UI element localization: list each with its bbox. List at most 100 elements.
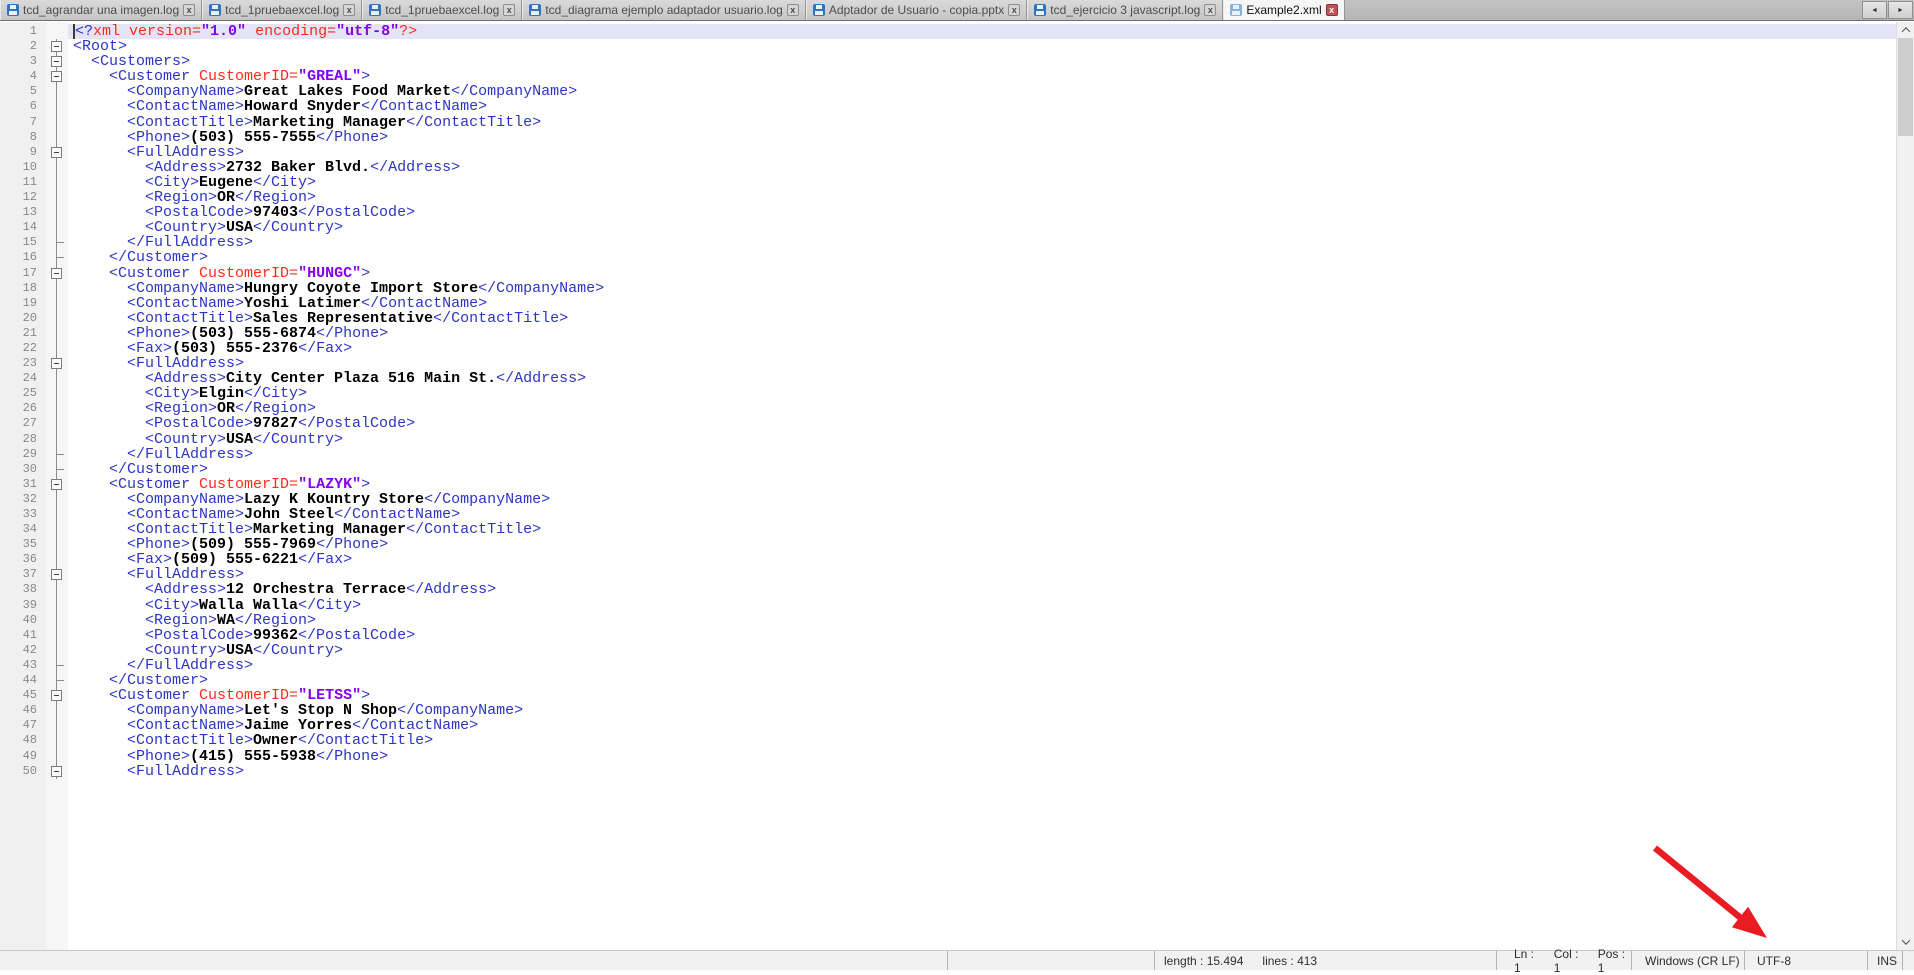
code-text[interactable]: <Customers> xyxy=(68,54,1896,69)
fold-collapse-icon[interactable] xyxy=(51,479,62,490)
code-line[interactable]: 34 <ContactTitle>Marketing Manager</Cont… xyxy=(0,522,1896,537)
code-line[interactable]: 32 <CompanyName>Lazy K Kountry Store</Co… xyxy=(0,492,1896,507)
code-text[interactable]: <Address>2732 Baker Blvd.</Address> xyxy=(68,160,1896,175)
scrollbar-down-button[interactable] xyxy=(1897,934,1914,950)
fold-marker-box[interactable] xyxy=(46,69,68,84)
fold-collapse-icon[interactable] xyxy=(51,569,62,580)
code-line[interactable]: 1<?xml version="1.0" encoding="utf-8"?> xyxy=(0,24,1896,39)
status-typing-mode[interactable]: INS xyxy=(1868,951,1903,970)
fold-collapse-icon[interactable] xyxy=(51,71,62,82)
fold-collapse-icon[interactable] xyxy=(51,56,62,67)
close-icon[interactable]: x xyxy=(1008,4,1020,16)
code-line[interactable]: 42 <Country>USA</Country> xyxy=(0,643,1896,658)
code-text[interactable]: </Customer> xyxy=(68,673,1896,688)
code-text[interactable]: <City>Walla Walla</City> xyxy=(68,598,1896,613)
code-text[interactable]: <FullAddress> xyxy=(68,145,1896,160)
code-line[interactable]: 10 <Address>2732 Baker Blvd.</Address> xyxy=(0,160,1896,175)
code-line[interactable]: 22 <Fax>(503) 555-2376</Fax> xyxy=(0,341,1896,356)
tab-7[interactable]: Example2.xmlx xyxy=(1223,0,1344,20)
code-text[interactable]: <ContactName>Jaime Yorres</ContactName> xyxy=(68,718,1896,733)
fold-marker-box[interactable] xyxy=(46,356,68,371)
fold-marker-box[interactable] xyxy=(46,477,68,492)
code-text[interactable]: <ContactName>Howard Snyder</ContactName> xyxy=(68,99,1896,114)
code-line[interactable]: 23 <FullAddress> xyxy=(0,356,1896,371)
code-text[interactable]: <Phone>(509) 555-7969</Phone> xyxy=(68,537,1896,552)
editor-pane[interactable]: 1<?xml version="1.0" encoding="utf-8"?>2… xyxy=(0,22,1896,950)
code-text[interactable]: <Region>WA</Region> xyxy=(68,613,1896,628)
code-line[interactable]: 24 <Address>City Center Plaza 516 Main S… xyxy=(0,371,1896,386)
close-icon[interactable]: x xyxy=(1204,4,1216,16)
code-text[interactable]: <Country>USA</Country> xyxy=(68,432,1896,447)
code-text[interactable]: <Region>OR</Region> xyxy=(68,190,1896,205)
close-icon[interactable]: x xyxy=(503,4,515,16)
status-encoding[interactable]: UTF-8 xyxy=(1745,951,1868,970)
tab-2[interactable]: tcd_1pruebaexcel.logx xyxy=(202,0,362,20)
code-text[interactable]: <CompanyName>Let's Stop N Shop</CompanyN… xyxy=(68,703,1896,718)
code-line[interactable]: 30 </Customer> xyxy=(0,462,1896,477)
code-text[interactable]: <Phone>(503) 555-7555</Phone> xyxy=(68,130,1896,145)
code-text[interactable]: <Customer CustomerID="HUNGC"> xyxy=(68,266,1896,281)
code-text[interactable]: </Customer> xyxy=(68,462,1896,477)
code-text[interactable]: <Region>OR</Region> xyxy=(68,401,1896,416)
fold-collapse-icon[interactable] xyxy=(51,268,62,279)
fold-collapse-icon[interactable] xyxy=(51,41,62,52)
tab-3[interactable]: tcd_1pruebaexcel.logx xyxy=(362,0,522,20)
code-line[interactable]: 49 <Phone>(415) 555-5938</Phone> xyxy=(0,749,1896,764)
code-line[interactable]: 21 <Phone>(503) 555-6874</Phone> xyxy=(0,326,1896,341)
code-line[interactable]: 41 <PostalCode>99362</PostalCode> xyxy=(0,628,1896,643)
code-text[interactable]: <ContactTitle>Owner</ContactTitle> xyxy=(68,733,1896,748)
code-text[interactable]: <Phone>(415) 555-5938</Phone> xyxy=(68,749,1896,764)
status-eol-format[interactable]: Windows (CR LF) xyxy=(1632,951,1745,970)
code-line[interactable]: 39 <City>Walla Walla</City> xyxy=(0,598,1896,613)
close-icon[interactable]: x xyxy=(787,4,799,16)
fold-collapse-icon[interactable] xyxy=(51,358,62,369)
fold-marker-box[interactable] xyxy=(46,567,68,582)
code-line[interactable]: 2<Root> xyxy=(0,39,1896,54)
code-text[interactable]: <Country>USA</Country> xyxy=(68,643,1896,658)
code-text[interactable]: <?xml version="1.0" encoding="utf-8"?> xyxy=(68,24,1896,39)
code-line[interactable]: 33 <ContactName>John Steel</ContactName> xyxy=(0,507,1896,522)
code-line[interactable]: 35 <Phone>(509) 555-7969</Phone> xyxy=(0,537,1896,552)
code-line[interactable]: 4 <Customer CustomerID="GREAL"> xyxy=(0,69,1896,84)
fold-collapse-icon[interactable] xyxy=(51,766,62,777)
code-text[interactable]: </FullAddress> xyxy=(68,235,1896,250)
code-line[interactable]: 15 </FullAddress> xyxy=(0,235,1896,250)
code-line[interactable]: 29 </FullAddress> xyxy=(0,447,1896,462)
code-line[interactable]: 48 <ContactTitle>Owner</ContactTitle> xyxy=(0,733,1896,748)
code-line[interactable]: 19 <ContactName>Yoshi Latimer</ContactNa… xyxy=(0,296,1896,311)
tab-1[interactable]: tcd_agrandar una imagen.logx xyxy=(0,0,202,20)
code-line[interactable]: 20 <ContactTitle>Sales Representative</C… xyxy=(0,311,1896,326)
code-line[interactable]: 36 <Fax>(509) 555-6221</Fax> xyxy=(0,552,1896,567)
scrollbar-thumb[interactable] xyxy=(1898,38,1913,136)
code-line[interactable]: 47 <ContactName>Jaime Yorres</ContactNam… xyxy=(0,718,1896,733)
fold-marker-box[interactable] xyxy=(46,764,68,779)
code-text[interactable]: <Root> xyxy=(68,39,1896,54)
code-text[interactable]: <PostalCode>99362</PostalCode> xyxy=(68,628,1896,643)
code-line[interactable]: 46 <CompanyName>Let's Stop N Shop</Compa… xyxy=(0,703,1896,718)
vertical-scrollbar[interactable] xyxy=(1896,22,1914,950)
code-text[interactable]: <FullAddress> xyxy=(68,356,1896,371)
code-text[interactable]: </FullAddress> xyxy=(68,447,1896,462)
close-icon[interactable]: x xyxy=(1326,4,1338,16)
code-text[interactable]: </Customer> xyxy=(68,250,1896,265)
code-line[interactable]: 27 <PostalCode>97827</PostalCode> xyxy=(0,416,1896,431)
code-line[interactable]: 9 <FullAddress> xyxy=(0,145,1896,160)
close-icon[interactable]: x xyxy=(183,4,195,16)
code-text[interactable]: <PostalCode>97403</PostalCode> xyxy=(68,205,1896,220)
tab-scroll-right-button[interactable]: ► xyxy=(1888,1,1913,19)
fold-marker-box[interactable] xyxy=(46,266,68,281)
code-line[interactable]: 44 </Customer> xyxy=(0,673,1896,688)
code-line[interactable]: 50 <FullAddress> xyxy=(0,764,1896,779)
fold-marker-box[interactable] xyxy=(46,688,68,703)
code-text[interactable]: <ContactTitle>Sales Representative</Cont… xyxy=(68,311,1896,326)
code-line[interactable]: 28 <Country>USA</Country> xyxy=(0,432,1896,447)
code-line[interactable]: 8 <Phone>(503) 555-7555</Phone> xyxy=(0,130,1896,145)
code-line[interactable]: 26 <Region>OR</Region> xyxy=(0,401,1896,416)
code-text[interactable]: <Address>City Center Plaza 516 Main St.<… xyxy=(68,371,1896,386)
fold-marker-box[interactable] xyxy=(46,145,68,160)
code-line[interactable]: 38 <Address>12 Orchestra Terrace</Addres… xyxy=(0,582,1896,597)
code-line[interactable]: 31 <Customer CustomerID="LAZYK"> xyxy=(0,477,1896,492)
code-line[interactable]: 14 <Country>USA</Country> xyxy=(0,220,1896,235)
code-text[interactable]: <FullAddress> xyxy=(68,567,1896,582)
code-text[interactable]: <City>Eugene</City> xyxy=(68,175,1896,190)
